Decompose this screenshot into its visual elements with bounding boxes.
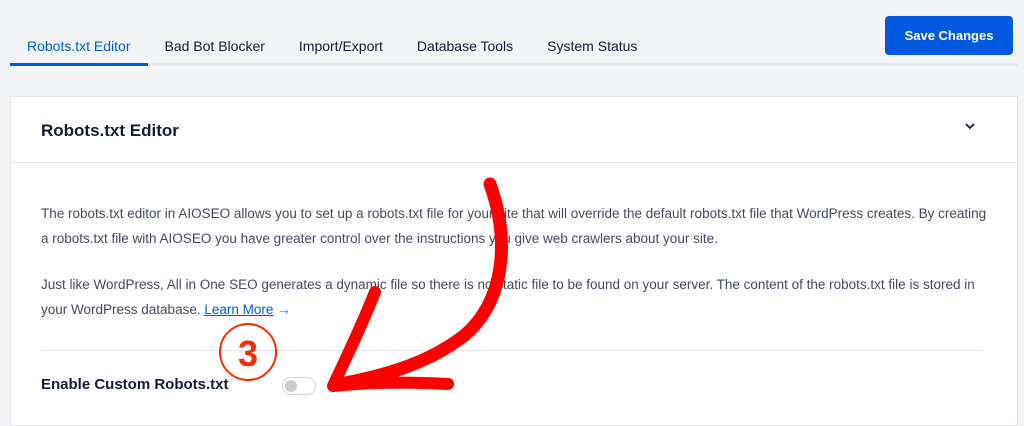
chevron-down-icon[interactable] bbox=[963, 119, 977, 133]
save-changes-button[interactable]: Save Changes bbox=[885, 16, 1013, 55]
description-paragraph-2: Just like WordPress, All in One SEO gene… bbox=[41, 273, 991, 322]
tab-bad-bot-blocker[interactable]: Bad Bot Blocker bbox=[148, 28, 282, 63]
learn-more-link[interactable]: Learn More bbox=[204, 302, 273, 317]
tab-database-tools[interactable]: Database Tools bbox=[400, 28, 530, 63]
toggle-knob bbox=[285, 380, 297, 392]
robots-editor-card: Robots.txt Editor The robots.txt editor … bbox=[10, 96, 1018, 426]
tab-robots-txt-editor[interactable]: Robots.txt Editor bbox=[10, 28, 148, 66]
description-text: Just like WordPress, All in One SEO gene… bbox=[41, 277, 975, 317]
divider bbox=[41, 350, 983, 351]
enable-custom-robots-label: Enable Custom Robots.txt bbox=[41, 376, 229, 393]
tab-bar: Robots.txt Editor Bad Bot Blocker Import… bbox=[10, 28, 1018, 66]
card-header[interactable]: Robots.txt Editor bbox=[11, 97, 1017, 163]
enable-custom-robots-toggle[interactable] bbox=[282, 377, 316, 395]
card-title: Robots.txt Editor bbox=[41, 121, 179, 140]
description-paragraph-1: The robots.txt editor in AIOSEO allows y… bbox=[41, 206, 987, 246]
arrow-right-icon: → bbox=[277, 301, 291, 317]
tab-system-status[interactable]: System Status bbox=[530, 28, 654, 63]
tab-import-export[interactable]: Import/Export bbox=[282, 28, 400, 63]
